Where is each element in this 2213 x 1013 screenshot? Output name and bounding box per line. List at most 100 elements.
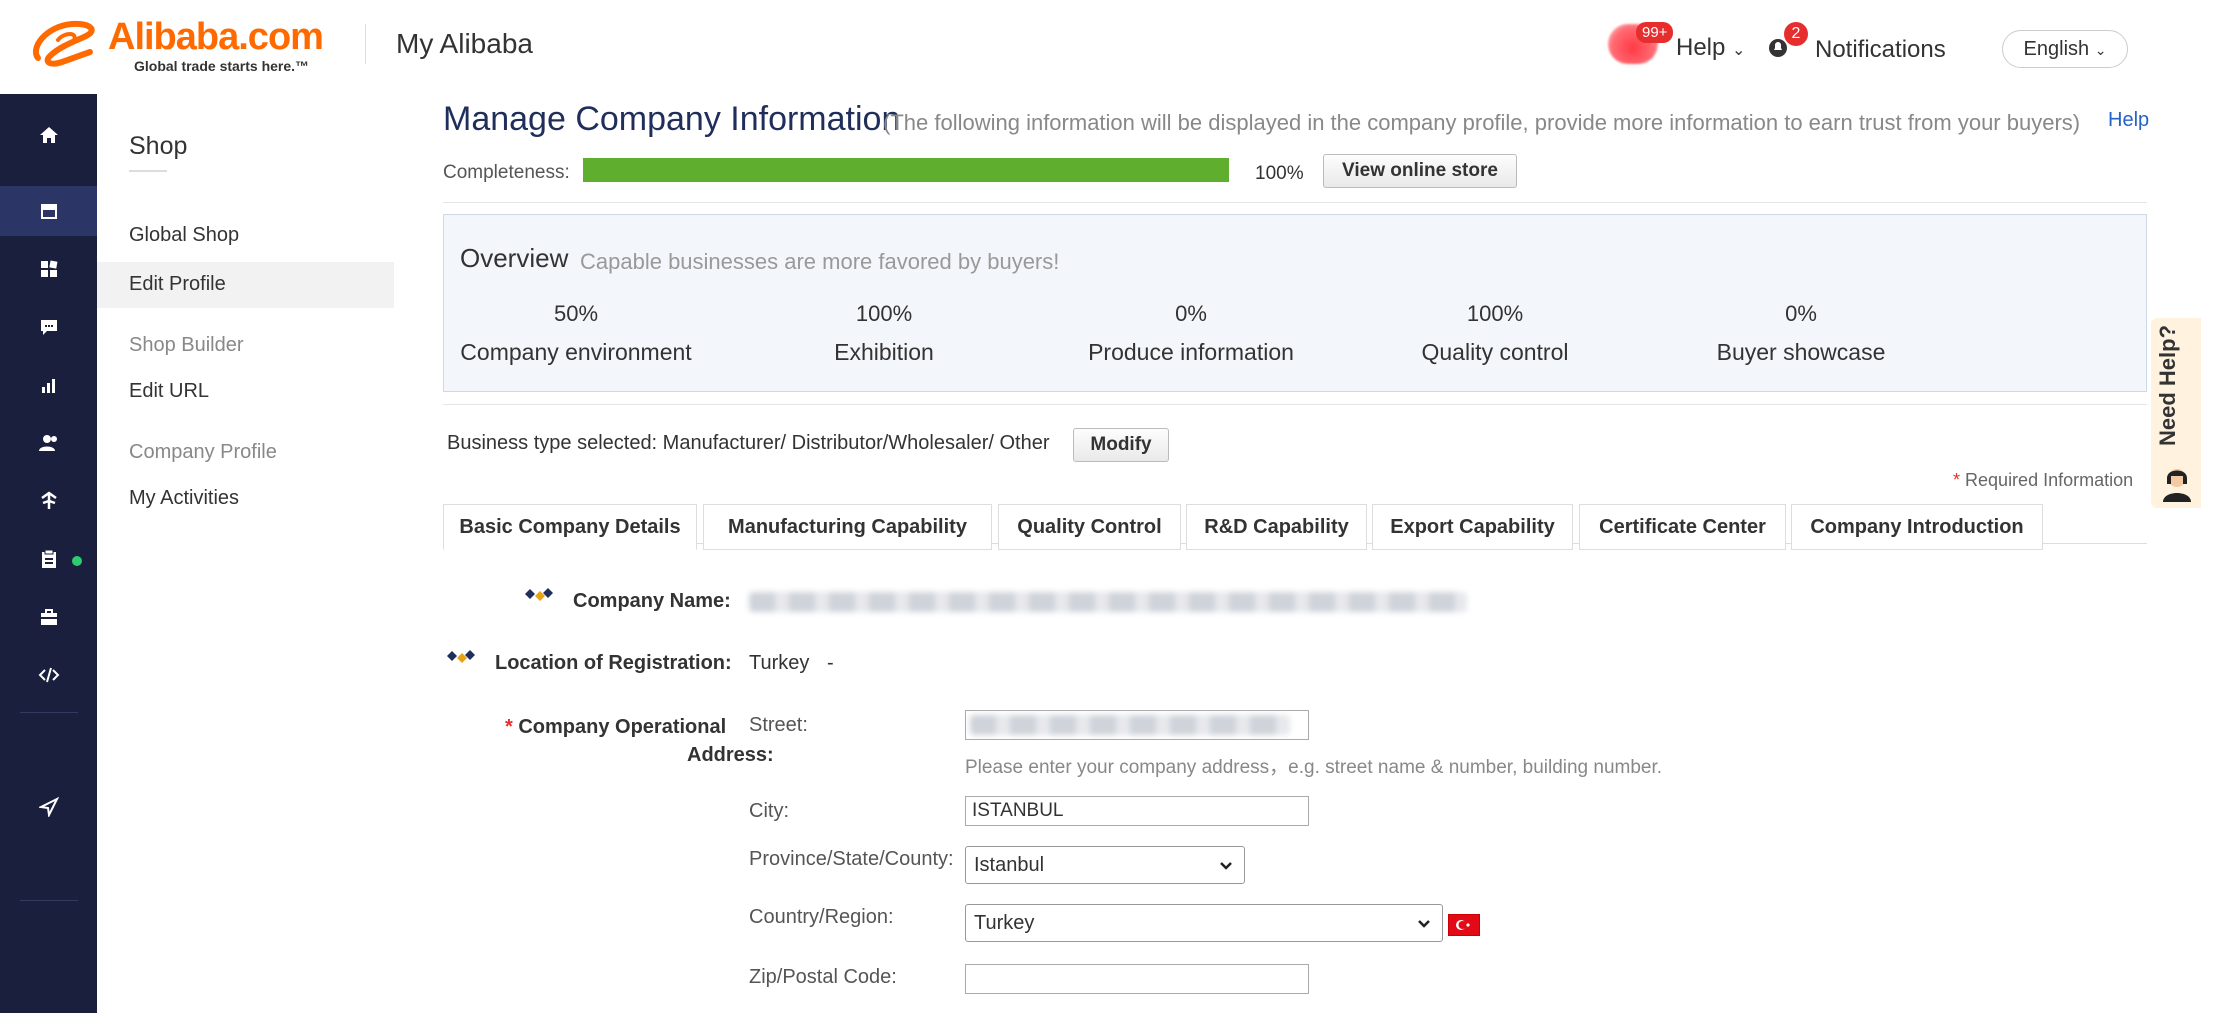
help-link[interactable]: Help bbox=[2108, 109, 2149, 132]
header-divider bbox=[365, 24, 366, 64]
view-online-store-button[interactable]: View online store bbox=[1323, 154, 1517, 188]
notifications-link[interactable]: Notifications bbox=[1815, 36, 1946, 64]
tab-certificate-center[interactable]: Certificate Center bbox=[1579, 504, 1786, 550]
completeness-progress-fill bbox=[583, 158, 1229, 182]
country-label-text: Country/Region: bbox=[749, 906, 894, 928]
rail-messages[interactable] bbox=[0, 302, 97, 352]
submenu-title: Shop bbox=[129, 132, 188, 160]
metric-label: Buyer showcase bbox=[1716, 339, 1886, 365]
city-input[interactable]: ISTANBUL bbox=[965, 796, 1309, 826]
metric-exhibition[interactable]: 100% Exhibition bbox=[744, 301, 1024, 366]
shop-submenu: Shop Global Shop Edit Profile Shop Build… bbox=[97, 94, 397, 1013]
need-help-label: Need Help? bbox=[2155, 324, 2180, 446]
verified-diamond-icon bbox=[525, 588, 553, 601]
language-label: English bbox=[2023, 38, 2090, 60]
submenu-group-shop-builder: Shop Builder bbox=[129, 334, 244, 356]
operational-address-label-line2: Address: bbox=[687, 744, 774, 766]
help-menu[interactable]: Help ⌄ bbox=[1676, 34, 1745, 62]
business-type-text: Business type selected: Manufacturer/ Di… bbox=[447, 432, 1050, 454]
metric-produce-information[interactable]: 0% Produce information bbox=[1051, 301, 1331, 366]
rail-dashboard[interactable] bbox=[0, 244, 97, 294]
street-label: Street: bbox=[749, 714, 808, 736]
home-icon bbox=[39, 127, 58, 143]
logo-wordmark: Alibaba.com bbox=[108, 16, 324, 58]
rail-logistics[interactable] bbox=[0, 476, 97, 526]
rail-divider bbox=[20, 900, 78, 901]
location-value: Turkey bbox=[749, 652, 810, 674]
verified-diamond-icon bbox=[447, 650, 475, 663]
metric-label: Quality control bbox=[1421, 339, 1569, 365]
notification-badge: 2 bbox=[1784, 22, 1808, 46]
rail-analytics[interactable] bbox=[0, 360, 97, 410]
street-input[interactable] bbox=[965, 710, 1309, 740]
tab-basic-company-details[interactable]: Basic Company Details bbox=[443, 504, 697, 550]
zip-input[interactable] bbox=[965, 964, 1309, 994]
rail-store[interactable] bbox=[0, 186, 97, 236]
logistics-icon bbox=[40, 491, 57, 509]
metric-percent: 100% bbox=[1466, 301, 1524, 326]
metric-quality-control[interactable]: 100% Quality control bbox=[1355, 301, 1635, 366]
chevron-down-icon bbox=[1418, 920, 1430, 928]
submenu-item-global-shop[interactable]: Global Shop bbox=[129, 224, 239, 247]
metric-company-environment[interactable]: 50% Company environment bbox=[436, 301, 716, 366]
divider bbox=[443, 404, 2147, 405]
code-icon bbox=[38, 667, 59, 683]
zip-label: Zip/Postal Code: bbox=[749, 966, 897, 988]
page-section-title[interactable]: My Alibaba bbox=[396, 28, 533, 60]
submenu-title-underline bbox=[129, 170, 167, 172]
city-label: City: bbox=[749, 800, 789, 822]
rail-business[interactable] bbox=[0, 592, 97, 642]
province-select[interactable]: Istanbul bbox=[965, 846, 1245, 884]
country-select[interactable]: Turkey bbox=[965, 904, 1443, 942]
company-name-value-redacted bbox=[749, 592, 1467, 612]
metric-percent: 50% bbox=[553, 301, 599, 326]
rail-send[interactable] bbox=[0, 782, 97, 832]
submenu-item-edit-profile[interactable]: Edit Profile bbox=[129, 273, 226, 296]
divider bbox=[443, 202, 2147, 203]
send-icon bbox=[38, 797, 59, 817]
page-title: Manage Company Information bbox=[443, 100, 901, 138]
message-icon bbox=[40, 320, 57, 335]
metric-label: Exhibition bbox=[834, 339, 934, 365]
alibaba-logo[interactable]: Alibaba.com Global trade starts here.™ bbox=[28, 16, 348, 80]
rail-divider bbox=[20, 712, 78, 713]
province-selected-value: Istanbul bbox=[974, 854, 1045, 876]
metric-percent: 100% bbox=[855, 301, 913, 326]
main-content: Manage Company Information (The followin… bbox=[397, 94, 2213, 1013]
rail-orders[interactable] bbox=[0, 534, 97, 584]
tab-quality-control[interactable]: Quality Control bbox=[998, 504, 1181, 550]
briefcase-icon bbox=[40, 609, 57, 625]
analytics-icon bbox=[41, 379, 55, 393]
tab-export-capability[interactable]: Export Capability bbox=[1372, 504, 1573, 550]
metric-buyer-showcase[interactable]: 0% Buyer showcase bbox=[1661, 301, 1941, 366]
need-help-widget[interactable]: Need Help? bbox=[2151, 318, 2201, 508]
tab-company-introduction[interactable]: Company Introduction bbox=[1791, 504, 2043, 550]
metric-percent: 0% bbox=[1785, 301, 1817, 326]
tab-rd-capability[interactable]: R&D Capability bbox=[1186, 504, 1367, 550]
dashboard-icon bbox=[40, 260, 57, 277]
required-star: * bbox=[505, 716, 519, 738]
chevron-down-icon: ⌄ bbox=[1732, 42, 1746, 59]
submenu-item-my-activities[interactable]: My Activities bbox=[129, 487, 239, 510]
chevron-down-icon bbox=[1220, 862, 1232, 870]
logo-tagline: Global trade starts here.™ bbox=[134, 58, 310, 74]
required-info-note: * Required Information bbox=[1953, 470, 2133, 491]
completeness-progress-bar bbox=[583, 158, 1229, 182]
completeness-label: Completeness: bbox=[443, 162, 570, 183]
submenu-group-company-profile: Company Profile bbox=[129, 441, 277, 463]
overview-title: Overview bbox=[460, 243, 569, 273]
rail-developer[interactable] bbox=[0, 650, 97, 700]
tab-manufacturing-capability[interactable]: Manufacturing Capability bbox=[703, 504, 992, 550]
flag-crescent bbox=[1456, 920, 1470, 930]
rail-users[interactable] bbox=[0, 418, 97, 468]
language-selector[interactable]: English ⌄ bbox=[2002, 30, 2128, 68]
alibaba-logo-icon bbox=[33, 20, 95, 67]
metric-percent: 0% bbox=[1175, 301, 1207, 326]
turkey-flag-icon bbox=[1448, 914, 1480, 936]
submenu-item-edit-url[interactable]: Edit URL bbox=[129, 380, 209, 403]
metric-label: Produce information bbox=[1088, 339, 1294, 365]
rail-home[interactable] bbox=[0, 110, 97, 160]
status-dot bbox=[72, 556, 82, 566]
modify-business-type-button[interactable]: Modify bbox=[1073, 428, 1169, 462]
required-star: * bbox=[1953, 470, 1961, 490]
